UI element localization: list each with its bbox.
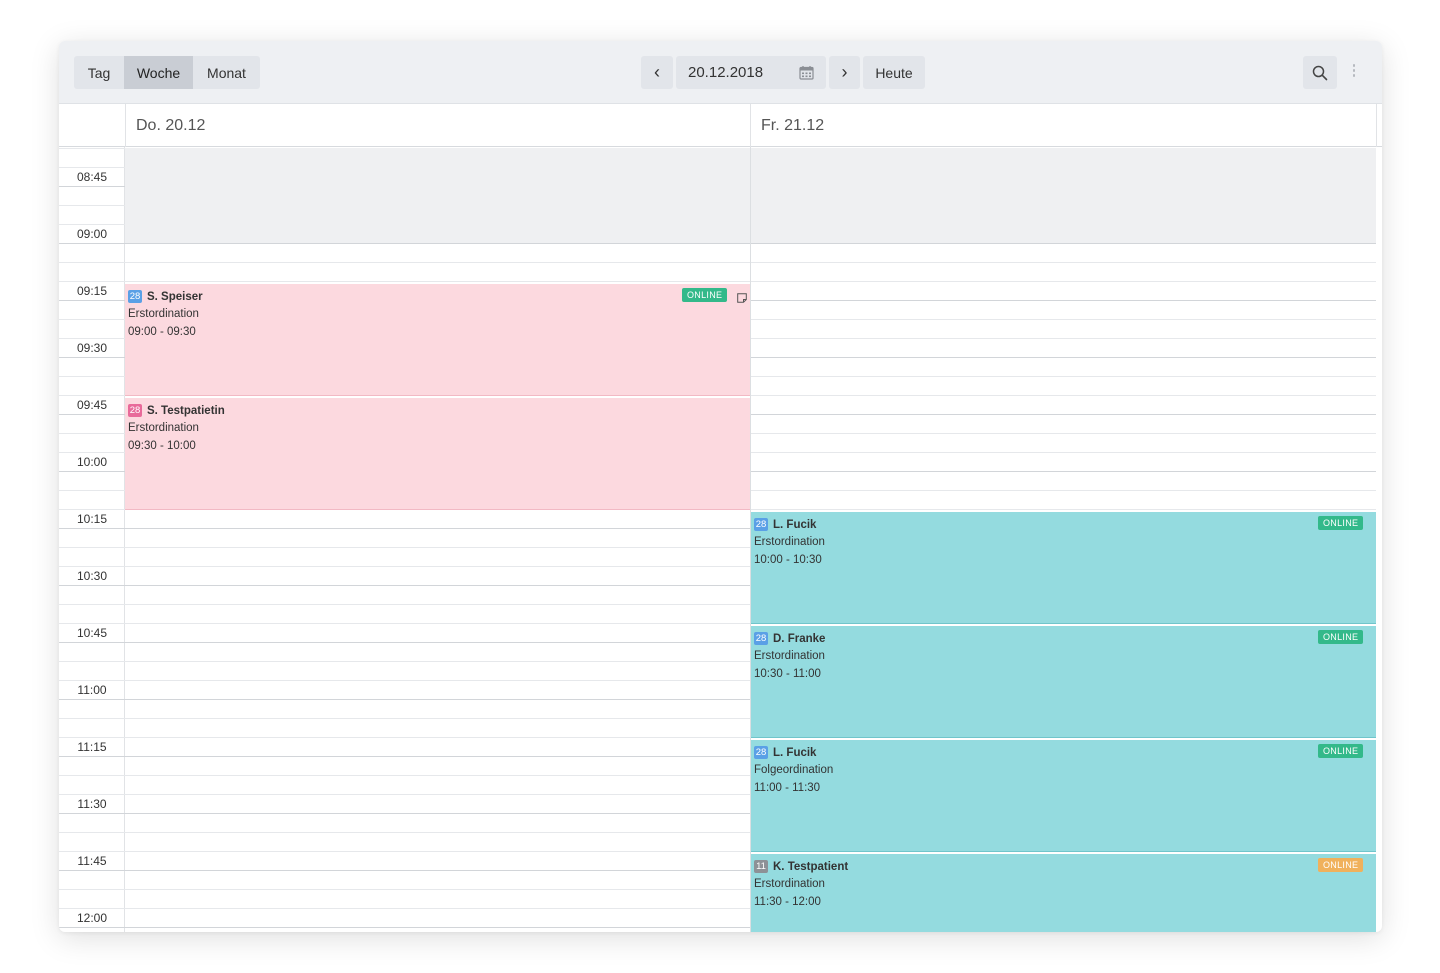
appointment-card[interactable]: 28 D. Franke Erstordination 10:30 - 11:0… — [751, 626, 1376, 738]
appointment-type: Erstordination — [754, 650, 825, 662]
patient-age-badge: 28 — [754, 632, 768, 645]
day-column-thu[interactable] — [125, 147, 750, 932]
chevron-left-icon: ‹ — [654, 62, 660, 82]
view-week-button[interactable]: Woche — [124, 56, 193, 89]
time-label: 09:15 — [76, 284, 108, 298]
appointment-time: 09:30 - 10:00 — [128, 440, 196, 452]
time-gutter: 08:45 09:00 09:15 09:30 09:45 10:00 10:15 10:30… — [59, 147, 125, 932]
online-badge: ONLINE — [1318, 744, 1364, 758]
today-button[interactable]: Heute — [863, 56, 925, 89]
time-label: 10:30 — [76, 569, 108, 583]
search-icon — [1312, 65, 1328, 80]
calendar-icon[interactable] — [799, 65, 814, 80]
appointment-type: Erstordination — [754, 536, 825, 548]
online-badge: ONLINE — [1318, 630, 1364, 644]
note-icon[interactable] — [737, 293, 747, 303]
time-label: 11:30 — [77, 797, 107, 811]
appointment-patient: 28 S. Testpatietin — [128, 404, 225, 417]
appointment-time: 09:00 - 09:30 — [128, 326, 196, 338]
time-label: 08:45 — [76, 170, 108, 184]
appointment-patient: 28 S. Speiser — [128, 290, 203, 303]
time-label: 09:30 — [76, 341, 108, 355]
patient-age-badge: 28 — [128, 290, 142, 303]
appointment-card[interactable]: 28 S. Speiser Erstordination 09:00 - 09:… — [125, 284, 750, 396]
patient-age-badge: 11 — [754, 860, 768, 873]
patient-age-badge: 28 — [754, 746, 768, 759]
online-badge: ONLINE — [1318, 516, 1364, 530]
time-label: 12:00 — [76, 911, 108, 925]
appointment-time: 10:00 - 10:30 — [754, 554, 822, 566]
day-header-row: Do. 20.12 Fr. 21.12 — [59, 104, 1382, 147]
appointment-card[interactable]: 28 L. Fucik Folgeordination 11:00 - 11:3… — [751, 740, 1376, 852]
appointment-patient: 28 L. Fucik — [754, 746, 816, 759]
time-label: 09:00 — [76, 227, 108, 241]
patient-name: S. Speiser — [147, 290, 203, 303]
prev-button[interactable]: ‹ — [641, 56, 673, 89]
appointment-type: Erstordination — [128, 308, 199, 320]
time-label: 11:15 — [77, 740, 107, 754]
appointment-time: 10:30 - 11:00 — [754, 668, 821, 680]
date-value: 20.12.2018 — [688, 64, 764, 81]
time-label: 11:00 — [77, 683, 107, 697]
patient-name: L. Fucik — [773, 518, 817, 531]
patient-name: S. Testpatietin — [147, 404, 225, 417]
patient-name: D. Franke — [773, 632, 826, 645]
appointment-type: Folgeordination — [754, 764, 834, 776]
appointment-patient: 28 D. Franke — [754, 632, 825, 645]
appointment-time: 11:00 - 11:30 — [754, 782, 821, 794]
patient-name: K. Testpatient — [773, 860, 849, 873]
time-grid: 08:45 09:00 09:15 09:30 09:45 10:00 10:15 10:30… — [59, 147, 1382, 932]
online-badge: ONLINE — [682, 288, 728, 302]
appointment-patient: 28 L. Fucik — [754, 518, 816, 531]
view-month-button[interactable]: Monat — [193, 56, 260, 89]
appointment-card[interactable]: 11 K. Testpatient Erstordination 11:30 -… — [751, 854, 1376, 932]
more-vertical-icon[interactable] — [1351, 64, 1357, 80]
patient-age-badge: 28 — [754, 518, 768, 531]
view-switcher: Tag Woche Monat — [74, 56, 260, 89]
search-button[interactable] — [1303, 56, 1337, 89]
next-button[interactable]: › — [829, 56, 860, 89]
time-label: 10:15 — [76, 512, 108, 526]
day-header-thu[interactable]: Do. 20.12 — [125, 104, 751, 147]
view-day-button[interactable]: Tag — [74, 56, 124, 89]
appointment-card[interactable]: 28 L. Fucik Erstordination 10:00 - 10:30… — [751, 512, 1376, 624]
patient-name: L. Fucik — [773, 746, 817, 759]
time-label: 09:45 — [76, 398, 108, 412]
appointment-type: Erstordination — [128, 422, 199, 434]
online-badge: ONLINE — [1318, 858, 1364, 872]
appointment-card[interactable]: 28 S. Testpatietin Erstordination 09:30 … — [125, 398, 750, 510]
date-picker-input[interactable]: 20.12.2018 — [676, 56, 826, 89]
time-label: 10:00 — [76, 455, 108, 469]
calendar-window: Tag Woche Monat ‹ 20.12.2018 › Heute Do.… — [59, 41, 1382, 932]
toolbar: Tag Woche Monat ‹ 20.12.2018 › Heute — [59, 41, 1382, 104]
chevron-right-icon: › — [841, 62, 848, 82]
appointment-patient: 11 K. Testpatient — [754, 860, 848, 873]
day-header-fri[interactable]: Fr. 21.12 — [750, 104, 1377, 147]
time-label: 11:45 — [77, 854, 107, 868]
patient-age-badge: 28 — [128, 404, 142, 417]
appointment-time: 11:30 - 12:00 — [754, 896, 821, 908]
appointment-type: Erstordination — [754, 878, 825, 890]
time-label: 10:45 — [76, 626, 108, 640]
